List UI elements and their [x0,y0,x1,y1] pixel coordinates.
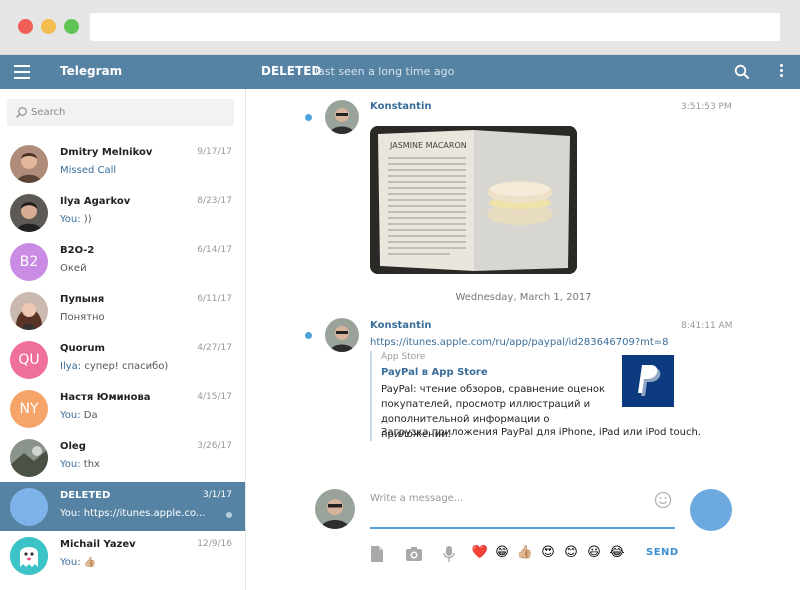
avatar [10,194,48,232]
address-bar[interactable] [90,13,780,41]
top-bar: Telegram DELETED last seen a long time a… [0,55,800,89]
message-photo[interactable]: JASMINE MACARON [370,126,577,274]
paypal-logo-icon[interactable] [622,355,674,407]
dialog-name: B2O-2 [60,245,95,256]
search-input[interactable] [31,103,226,122]
chat-peer-status: last seen a long time ago [315,65,455,78]
dialog-date: 6/14/17 [197,245,232,255]
maximize-window-button[interactable] [64,19,79,34]
dialog-name: Dmitry Melnikov [60,147,153,158]
dialog-item[interactable]: Пупыня 6/11/17 Понятно [0,286,245,335]
dialog-last-message: You: 👍🏼 [60,557,97,568]
webpage-site: App Store [381,352,426,362]
my-avatar [315,489,355,529]
dialog-date: 4/27/17 [197,343,232,353]
date-separator: Wednesday, March 1, 2017 [455,292,592,303]
dialog-date: 9/17/17 [197,147,232,157]
avatar [10,292,48,330]
dialog-name: Ilya Agarkov [60,196,131,207]
avatar[interactable] [325,318,359,352]
dialog-last-message: You: )) [60,214,92,225]
message-input[interactable] [370,489,675,529]
dialog-date: 4/15/17 [197,392,232,402]
microphone-icon[interactable] [442,545,456,563]
minimize-window-button[interactable] [41,19,56,34]
dialog-item[interactable]: Ilya Agarkov 8/23/17 You: )) [0,188,245,237]
dialog-item[interactable]: QU Quorum 4/27/17 Ilya: супер! спасибо) [0,335,245,384]
dialog-last-message: Окей [60,263,87,274]
dialog-item[interactable]: Michail Yazev 12/9/16 You: 👍🏼 [0,531,245,580]
emoji-picker-icon[interactable] [654,491,672,509]
dialog-last-message: You: Da [60,410,98,421]
dialog-item-active[interactable]: DELETED 3/1/17 You: https://itunes.apple… [0,482,245,531]
search-icon [15,107,27,119]
avatar [10,145,48,183]
dialog-name: Настя Юминова [60,392,151,403]
attach-photo-icon[interactable] [405,545,423,563]
dialog-date: 8/23/17 [197,196,232,206]
unread-indicator [226,512,232,518]
dialog-last-message: You: https://itunes.apple.co... [60,508,206,519]
avatar: NY [10,390,48,428]
chat-history: Konstantin 3:51:53 PM JASMINE MACARON We… [247,89,800,590]
dialog-last-message: You: thx [60,459,100,470]
send-circle-button[interactable] [690,489,732,531]
svg-text:JASMINE MACARON: JASMINE MACARON [389,141,467,150]
avatar [10,439,48,477]
message-time: 8:41:11 AM [681,321,733,331]
dialog-name: Quorum [60,343,105,354]
unread-indicator [305,114,312,121]
attach-file-icon[interactable] [369,545,385,563]
dialog-name: Пупыня [60,294,105,305]
emoji-thumbs-up-icon[interactable]: 👍🏼 [516,545,534,561]
dialog-name: Michail Yazev [60,539,136,550]
dialogs-sidebar: Dmitry Melnikov 9/17/17 Missed Call Ilya… [0,89,246,590]
dialog-date: 12/9/16 [197,539,232,549]
webpage-description-extra: Загрузка приложения PayPal для iPhone, i… [381,427,701,438]
dialog-item[interactable]: Oleg 3/26/17 You: thx [0,433,245,482]
dialog-last-message: Понятно [60,312,105,323]
search-icon[interactable] [734,64,750,80]
emoji-smiley-icon[interactable]: 😃 [585,545,603,561]
webpage-preview[interactable]: App Store PayPal в App Store PayPal: чте… [370,351,701,441]
avatar [10,488,48,526]
app-title: Telegram [60,64,123,78]
chat-peer-name[interactable]: DELETED [261,64,321,78]
dialog-name: Oleg [60,441,86,452]
search-box [7,99,234,126]
window-chrome [0,0,800,55]
close-window-button[interactable] [18,19,33,34]
dialogs-list: Dmitry Melnikov 9/17/17 Missed Call Ilya… [0,139,245,580]
send-button[interactable]: SEND [646,547,679,558]
more-options-icon[interactable] [778,64,784,80]
message-author[interactable]: Konstantin [370,101,432,112]
message-time: 3:51:53 PM [681,102,732,112]
message-author[interactable]: Konstantin [370,320,432,331]
webpage-title[interactable]: PayPal в App Store [381,367,488,378]
dialog-item[interactable]: Dmitry Melnikov 9/17/17 Missed Call [0,139,245,188]
avatar [10,537,48,575]
avatar: QU [10,341,48,379]
unread-indicator [305,332,312,339]
dialog-name: DELETED [60,490,111,501]
emoji-heart-icon[interactable]: ❤️ [471,545,489,561]
dialog-last-message: Missed Call [60,165,117,176]
dialog-item[interactable]: B2 B2O-2 6/14/17 Окей [0,237,245,286]
hamburger-menu-icon[interactable] [14,65,30,79]
avatar: B2 [10,243,48,281]
emoji-grin-icon[interactable]: 😁 [493,545,511,561]
dialog-date: 3/26/17 [197,441,232,451]
emoji-smile-icon[interactable]: 😊 [562,545,580,561]
dialog-last-message: Ilya: супер! спасибо) [60,361,169,372]
message-link[interactable]: https://itunes.apple.com/ru/app/paypal/i… [370,337,669,348]
dialog-item[interactable]: NY Настя Юминова 4/15/17 You: Da [0,384,245,433]
emoji-joy-icon[interactable]: 😂 [608,545,626,561]
dialog-date: 3/1/17 [203,490,232,500]
emoji-heart-eyes-icon[interactable]: 😍 [539,545,557,561]
dialog-date: 6/11/17 [197,294,232,304]
avatar[interactable] [325,100,359,134]
